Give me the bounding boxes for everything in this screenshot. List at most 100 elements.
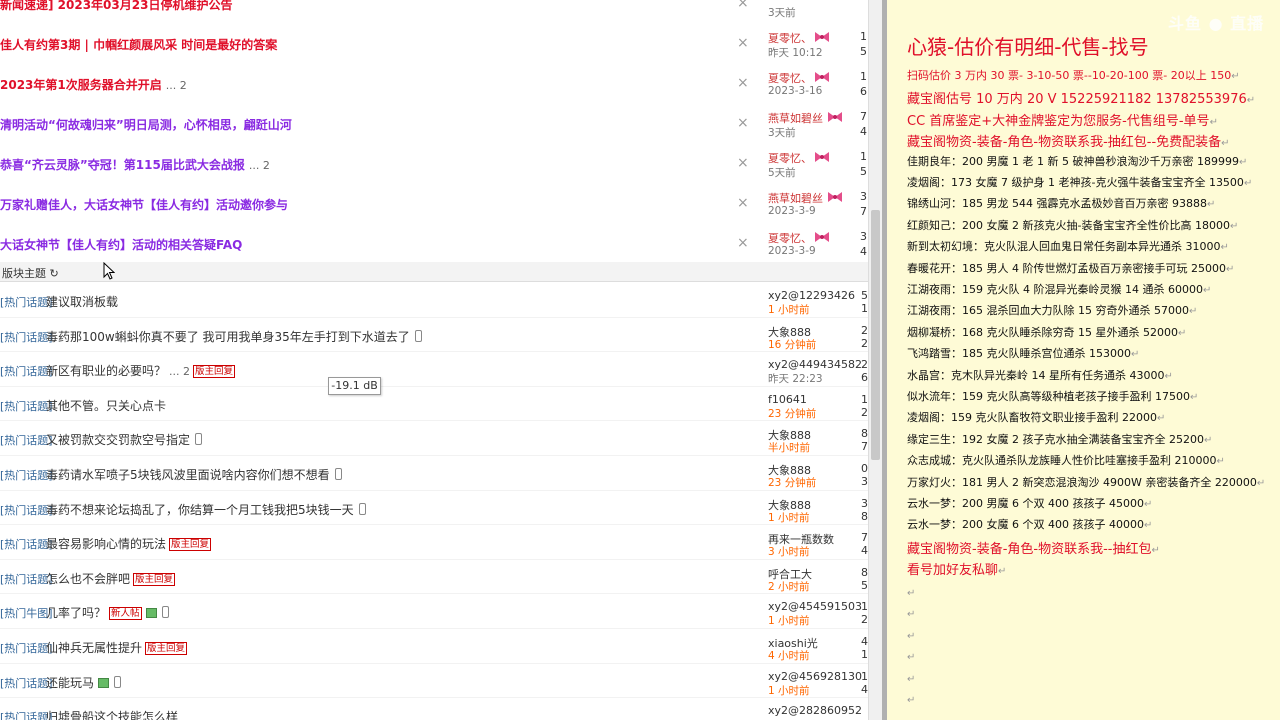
thread-category[interactable]: [热门话题] xyxy=(0,675,53,691)
thread-author[interactable]: xy2@454591503 xyxy=(768,600,862,613)
pinned-title[interactable]: 新闻速递] 2023年03月23日停机维护公告 xyxy=(0,0,236,13)
thread-title[interactable]: 最容易影响心情的玩法 版主回复 xyxy=(46,535,212,552)
table-row[interactable]: [热门话题] 最容易影响心情的玩法 版主回复 再来一瓶数数 3 小时前 7 4 xyxy=(0,525,868,560)
thread-title[interactable]: 建议取消板载 xyxy=(46,293,118,310)
pinned-pages[interactable]: ... 2 xyxy=(249,159,270,172)
thread-category[interactable]: [热门话题] xyxy=(0,432,53,448)
thread-category[interactable]: [热门话题] xyxy=(0,502,53,518)
pinned-title[interactable]: 恭喜“齐云灵脉”夺冠！第115届比武大会战报 ... 2 xyxy=(0,156,270,173)
close-icon[interactable]: × xyxy=(737,155,749,171)
close-icon[interactable]: × xyxy=(737,115,749,131)
thread-title-text[interactable]: 毒药请水军喷子5块钱风波里面说啥内容你们想不想看 xyxy=(46,468,330,482)
pinned-author[interactable]: 夏零忆、 xyxy=(768,230,812,246)
thread-title[interactable]: 毒药那100w蝌蚪你真不要了 我可用我单身35年左手打到下水道去了 xyxy=(46,328,422,345)
thread-category[interactable]: [热门话题] xyxy=(0,467,53,483)
thread-title-text[interactable]: 新区有职业的必要吗？ xyxy=(46,364,166,378)
thread-category[interactable]: [热门话题] xyxy=(0,536,53,552)
pinned-title[interactable]: 万家礼赠佳人，大话女神节【佳人有约】活动邀你参与 xyxy=(0,196,292,213)
thread-badge: 版主回复 xyxy=(169,538,212,552)
pinned-author[interactable]: 夏零忆、 xyxy=(768,30,812,46)
thread-title-text[interactable]: 毒药不想来论坛捣乱了，你结算一个月工钱我把5块钱一天 xyxy=(46,503,354,517)
table-row[interactable]: [热门话题] 毒药请水军喷子5块钱风波里面说啥内容你们想不想看 大象888 23 分钟… xyxy=(0,456,868,491)
thread-title-text[interactable]: 毒药那100w蝌蚪你真不要了 我可用我单身35年左手打到下水道去了 xyxy=(46,330,410,344)
table-row[interactable]: [热门话题] 还能玩马 xy2@456928130 1 小时前 1 4 xyxy=(0,664,868,699)
thread-category[interactable]: [热门话题] xyxy=(0,294,53,310)
thread-title-text[interactable]: 还能玩马 xyxy=(46,676,94,690)
pinned-row[interactable]: 万家礼赠佳人，大话女神节【佳人有约】活动邀你参与 × 燕草如碧丝 2023-3-9 3 7 xyxy=(0,184,868,224)
pinned-title-text[interactable]: 清明活动“何故魂归来”明日局测，心怀相思，翩跹山河 xyxy=(0,118,292,132)
close-icon[interactable]: × xyxy=(737,235,749,251)
thread-title[interactable]: 毒药请水军喷子5块钱风波里面说啥内容你们想不想看 xyxy=(46,466,342,483)
thread-title-text[interactable]: 其他不管。只关心点卡 xyxy=(46,399,166,413)
thread-category[interactable]: [热门话题] xyxy=(0,709,53,720)
thread-title-text[interactable]: 怎么也不会胖吧 xyxy=(46,572,130,586)
thread-pages[interactable]: ... 2 xyxy=(169,365,190,378)
pinned-row[interactable]: 2023年第1次服务器合并开启 ... 2 × 夏零忆、 2023-3-16 1 6 xyxy=(0,64,868,104)
table-row[interactable]: [热门话题] 毒药那100w蝌蚪你真不要了 我可用我单身35年左手打到下水道去了大… xyxy=(0,318,868,353)
pinned-title[interactable]: 2023年第1次服务器合并开启 ... 2 xyxy=(0,76,187,93)
thread-author[interactable]: xy2@449434582 xyxy=(768,358,862,371)
table-row[interactable]: [热门话题] 毒药不想来论坛捣乱了，你结算一个月工钱我把5块钱一天 大象888 1 小… xyxy=(0,491,868,526)
close-icon[interactable]: × xyxy=(737,35,749,51)
thread-author[interactable]: xy2@12293426 xyxy=(768,289,855,302)
pinned-pages[interactable]: ... 2 xyxy=(166,79,187,92)
pinned-title-text[interactable]: 2023年第1次服务器合并开启 xyxy=(0,78,162,92)
thread-title[interactable]: 归墟骨船这个技能怎么样 xyxy=(46,708,178,720)
pinned-author[interactable]: 夏零忆、 xyxy=(768,150,812,166)
pinned-row[interactable]: 佳人有约第3期 | 巾帼红颜展风采 时间是最好的答案 × 夏零忆、 昨天 10:12 1… xyxy=(0,24,868,64)
thread-title[interactable]: 还能玩马 xyxy=(46,674,122,691)
thread-title[interactable]: 其他不管。只关心点卡 xyxy=(46,397,166,414)
table-row[interactable]: [热门话题] 怎么也不会胖吧 版主回复 呼合工大 2 小时前 8 5 xyxy=(0,560,868,595)
thread-title[interactable]: 仙神兵无属性提升 版主回复 xyxy=(46,639,188,656)
paragraph-mark-icon: ↵ xyxy=(1177,327,1187,339)
thread-title[interactable]: 毒药不想来论坛捣乱了，你结算一个月工钱我把5块钱一天 xyxy=(46,501,366,518)
pinned-title[interactable]: 清明活动“何故魂归来”明日局测，心怀相思，翩跹山河 xyxy=(0,116,296,133)
thread-category[interactable]: [热门话题] xyxy=(0,363,53,379)
table-row[interactable]: [热门话题] 建议取消板载 xy2@12293426 1 小时前 5 1 xyxy=(0,283,868,318)
thread-title-text[interactable]: 又被罚款交交罚款空号指定 xyxy=(46,433,190,447)
table-row[interactable]: [热门牛图] 几率了吗？ 新人帖 xy2@454591503 1 小时前 1 2 xyxy=(0,594,868,629)
pinned-title[interactable]: 佳人有约第3期 | 巾帼红颜展风采 时间是最好的答案 xyxy=(0,36,281,53)
pinned-row[interactable]: 新闻速递] 2023年03月23日停机维护公告 × 3天前 xyxy=(0,0,868,24)
table-row[interactable]: [热门话题] 仙神兵无属性提升 版主回复 xiaoshi光 4 小时前 4 1 xyxy=(0,629,868,664)
table-row[interactable]: [热门话题] 其他不管。只关心点卡 f10641 23 分钟前 1 2 xyxy=(0,387,868,422)
thread-category[interactable]: [热门话题] xyxy=(0,571,53,587)
thread-author[interactable]: xy2@456928130 xyxy=(768,670,862,683)
thread-category[interactable]: [热门话题] xyxy=(0,398,53,414)
pinned-author[interactable]: 燕草如碧丝 xyxy=(768,190,823,206)
table-row[interactable]: [热门话题] 又被罚款交交罚款空号指定 大象888 半小时前 8 7 xyxy=(0,421,868,456)
close-icon[interactable]: × xyxy=(737,75,749,91)
table-row[interactable]: [热门话题] 归墟骨船这个技能怎么样 xy2@282860952 xyxy=(0,698,868,720)
thread-title-text[interactable]: 建议取消板载 xyxy=(46,295,118,309)
scrollbar[interactable] xyxy=(868,0,882,720)
thread-title[interactable]: 新区有职业的必要吗？... 2 版主回复 xyxy=(46,362,236,379)
scrollbar-thumb[interactable] xyxy=(871,210,880,460)
pinned-title-text[interactable]: 佳人有约第3期 | 巾帼红颜展风采 时间是最好的答案 xyxy=(0,38,277,52)
thread-title[interactable]: 又被罚款交交罚款空号指定 xyxy=(46,431,203,448)
pinned-title-text[interactable]: 恭喜“齐云灵脉”夺冠！第115届比武大会战报 xyxy=(0,158,245,172)
pinned-title-text[interactable]: 大话女神节【佳人有约】活动的相关答疑FAQ xyxy=(0,238,242,252)
thread-author[interactable]: xy2@282860952 xyxy=(768,704,862,717)
thread-category[interactable]: [热门话题] xyxy=(0,640,53,656)
section-label[interactable]: 版块主题 ↻ xyxy=(2,265,59,281)
pinned-row[interactable]: 清明活动“何故魂归来”明日局测，心怀相思，翩跹山河 × 燕草如碧丝 3天前 7 4 xyxy=(0,104,868,144)
thread-title[interactable]: 怎么也不会胖吧 版主回复 xyxy=(46,570,176,587)
pinned-title-text[interactable]: 新闻速递] 2023年03月23日停机维护公告 xyxy=(0,0,232,12)
thread-title[interactable]: 几率了吗？ 新人帖 xyxy=(46,604,169,621)
close-icon[interactable]: × xyxy=(737,0,749,11)
pinned-row[interactable]: 恭喜“齐云灵脉”夺冠！第115届比武大会战报 ... 2 × 夏零忆、 5天前 1 5 xyxy=(0,144,868,184)
close-icon[interactable]: × xyxy=(737,195,749,211)
thread-author[interactable]: f10641 xyxy=(768,393,807,406)
pinned-title[interactable]: 大话女神节【佳人有约】活动的相关答疑FAQ xyxy=(0,236,246,253)
pinned-author[interactable]: 夏零忆、 xyxy=(768,70,812,86)
thread-title-text[interactable]: 归墟骨船这个技能怎么样 xyxy=(46,710,178,720)
pinned-title-text[interactable]: 万家礼赠佳人，大话女神节【佳人有约】活动邀你参与 xyxy=(0,198,288,212)
thread-category[interactable]: [热门话题] xyxy=(0,329,53,345)
pinned-row[interactable]: 大话女神节【佳人有约】活动的相关答疑FAQ × 夏零忆、 2023-3-9 3 4 xyxy=(0,224,868,264)
thread-category[interactable]: [热门牛图] xyxy=(0,605,53,621)
thread-title-text[interactable]: 最容易影响心情的玩法 xyxy=(46,537,166,551)
table-row[interactable]: [热门话题] 新区有职业的必要吗？... 2 版主回复 xy2@449434582 昨天… xyxy=(0,352,868,387)
thread-title-text[interactable]: 仙神兵无属性提升 xyxy=(46,641,142,655)
pinned-author[interactable]: 燕草如碧丝 xyxy=(768,110,823,126)
thread-title-text[interactable]: 几率了吗？ xyxy=(46,606,106,620)
